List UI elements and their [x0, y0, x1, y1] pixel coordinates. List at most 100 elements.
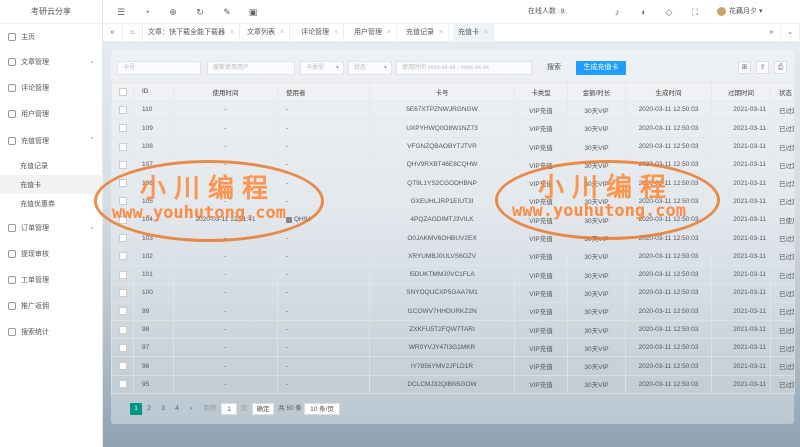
row-checkbox[interactable] [111, 228, 134, 248]
page-4-button[interactable]: 4 [172, 403, 182, 415]
time-range-input[interactable]: 使用时间 xxxx-xx-xx - xxxx-xx-xx [396, 61, 532, 75]
user-menu[interactable]: 花藕月夕 ▾ [717, 6, 762, 16]
column-header-used-time[interactable]: 使用时间 [173, 81, 278, 102]
columns-icon[interactable]: ⊞ [738, 61, 751, 74]
column-header-user[interactable]: 使用者 [277, 81, 370, 102]
export-icon[interactable]: ⇪ [756, 61, 769, 74]
column-header-expire-time[interactable]: 过期时间 [711, 81, 771, 102]
tabs-scroll-left-icon[interactable]: « [103, 24, 123, 42]
cell-id: 110 [133, 100, 174, 120]
watermark-left-title: 小川编程 [140, 174, 277, 204]
table-row[interactable]: 103- - O0JAKMV6OHBUV2EX VIP充值 30天VIP 2020-03-… [111, 228, 795, 248]
tabs-menu-icon[interactable]: ⌄ [781, 24, 800, 42]
row-checkbox[interactable] [111, 155, 134, 175]
table-row[interactable]: 110- -5E67XTPZNWJRGNGW VIP充值 30天VIP 2020-03-… [111, 100, 795, 120]
table-row[interactable]: 97- - WR0YVJY47I3G1MKR VIP充值 30天VIP 2020-03-1… [111, 338, 795, 358]
menu-toggle-icon[interactable]: ☰ [115, 6, 127, 18]
table-row[interactable]: 100- - SNYOQUCXP5GAA7M1 VIP充值 30天VIP 2020-03-… [111, 283, 795, 303]
sidebar-item-comments[interactable]: 评论管理 [0, 77, 103, 99]
row-checkbox[interactable] [111, 319, 134, 340]
refresh-icon[interactable]: ↻ [194, 6, 206, 18]
status-select[interactable]: 状态 [348, 61, 392, 75]
page-2-button[interactable]: 2 [144, 403, 154, 415]
table-row[interactable]: 98- - ZXKFU5T2FQW7TARI VIP充值 30天VIP 2020-03-1… [111, 319, 795, 340]
globe-icon[interactable]: ⊕ [167, 6, 179, 18]
cell-user: - [277, 228, 370, 248]
row-checkbox[interactable] [111, 356, 134, 376]
tab-comments[interactable]: 评论管理 × [296, 24, 345, 42]
per-page-select[interactable]: 10 条/页 [304, 403, 340, 415]
home-tab-icon[interactable]: ⌂ [123, 24, 143, 42]
table-row[interactable]: 102- - XRYUMBJ0ULVS6OZV VIP充值 30天VIP 2020-03-… [111, 246, 795, 266]
tab-recharge-cards[interactable]: 充值卡 × [453, 24, 495, 42]
theme-icon[interactable]: ◐ [638, 6, 650, 18]
row-checkbox[interactable] [111, 264, 134, 285]
print-icon[interactable]: ⎙ [774, 61, 787, 74]
tag-icon[interactable]: ◇ [663, 6, 675, 18]
close-icon[interactable]: × [230, 29, 234, 36]
close-icon[interactable]: × [484, 29, 488, 36]
tab-article-list[interactable]: 文章列表 × [242, 24, 291, 42]
cell-id: 97 [133, 338, 174, 358]
sidebar-subitem-recharge-records[interactable]: 充值记录 [0, 156, 103, 175]
card-number-input[interactable]: 卡号 [117, 61, 201, 75]
fullscreen-icon[interactable]: ⛶ [689, 6, 701, 18]
table-row[interactable]: 101- - I5DUKTMMJ0VC1FLA VIP充值 30天VIP 2020-03-… [111, 264, 795, 285]
close-icon[interactable]: × [334, 29, 338, 36]
search-button[interactable]: 搜索 [540, 61, 568, 75]
goto-confirm-button[interactable]: 确定 [252, 403, 274, 415]
close-icon[interactable]: × [439, 29, 443, 36]
sidebar-item-home[interactable]: 主页 [0, 26, 103, 48]
row-checkbox[interactable] [111, 246, 134, 266]
goto-page-input[interactable]: 1 [221, 403, 237, 415]
select-all-checkbox[interactable] [111, 81, 134, 102]
column-header-created-time[interactable]: 生成时间 [625, 81, 712, 102]
page-1-button[interactable]: 1 [130, 403, 142, 415]
table-row[interactable]: 108- - VFGNZQBAOBYTJTVR VIP充值 30天VIP 2020-03-… [111, 136, 795, 157]
card-type-select[interactable]: 卡类型 [300, 61, 344, 75]
table-row[interactable]: 95- - DCLCMJ32QIBN5GOW VIP充值 30天VIP 2020-03-1… [111, 374, 795, 395]
column-header-amount[interactable]: 金额/时长 [567, 81, 626, 102]
sidebar-item-users[interactable]: 用户管理 [0, 103, 103, 125]
row-checkbox[interactable] [111, 136, 134, 157]
online-users[interactable]: 在线人数 9 [528, 6, 568, 16]
column-header-status[interactable]: 状态 [770, 81, 795, 102]
close-icon[interactable]: × [280, 29, 284, 36]
row-checkbox[interactable] [111, 374, 134, 395]
bell-icon[interactable]: ♪ [611, 6, 623, 18]
table-row[interactable]: 99- - I1COWV7HHDURKZ2N VIP充值 30天VIP 2020-03-1… [111, 301, 795, 321]
dashboard-icon[interactable]: ◔ [141, 6, 153, 18]
tab-article-detail[interactable]: 文章：快下载全能下载器 × [143, 24, 241, 42]
sidebar-item-search-stats[interactable]: 搜索统计 [0, 321, 103, 343]
sidebar-item-withdraw[interactable]: 提现审核 [0, 243, 103, 265]
column-header-card-type[interactable]: 卡类型 [514, 81, 568, 102]
tab-users[interactable]: 用户管理 × [349, 24, 398, 42]
sidebar-item-affiliate[interactable]: 推广返佣 [0, 295, 103, 317]
row-checkbox[interactable] [111, 100, 134, 120]
generate-cards-button[interactable]: 生成充值卡 [576, 61, 626, 75]
sidebar-item-tickets[interactable]: 工单管理 [0, 269, 103, 291]
trash-icon[interactable]: ▣ [247, 6, 259, 18]
table-row[interactable]: 109- - UXPYHWQ0O8W1NZ73 VIP充值 30天VIP 2020-03-… [111, 118, 795, 138]
sidebar-subitem-coupons[interactable]: 充值优惠券 [0, 194, 103, 213]
row-checkbox[interactable] [111, 283, 134, 303]
column-header-id[interactable]: ID [133, 81, 174, 102]
sidebar-subitem-recharge-cards[interactable]: 充值卡 [0, 175, 103, 194]
sidebar-item-recharge[interactable]: 充值管理 ⌃ [0, 130, 103, 152]
row-checkbox[interactable] [111, 301, 134, 321]
column-header-card-number[interactable]: 卡号 [369, 81, 515, 102]
table-row[interactable]: 96- - IY7856YMV2JFLD1R VIP充值 30天VIP 2020-03-1… [111, 356, 795, 376]
next-page-icon[interactable]: › [186, 403, 196, 415]
tabs-scroll-right-icon[interactable]: » [763, 24, 781, 42]
page-3-button[interactable]: 3 [158, 403, 168, 415]
user-search-input[interactable]: 搜索使用用户 [207, 61, 295, 75]
sidebar-item-orders[interactable]: 订单管理 ⌄ [0, 217, 103, 239]
row-checkbox[interactable] [111, 173, 134, 193]
tab-recharge-records[interactable]: 充值记录 × [401, 24, 450, 42]
sidebar-item-articles[interactable]: 文章管理 ⌄ [0, 51, 103, 73]
close-icon[interactable]: × [387, 29, 391, 36]
row-checkbox[interactable] [111, 338, 134, 358]
edit-icon[interactable]: ✎ [221, 6, 233, 18]
row-checkbox[interactable] [111, 118, 134, 138]
tab-bar: « ⌂ 文章：快下载全能下载器 × 文章列表 × 评论管理 × 用户管理 × 充值记录 ×… [103, 24, 800, 42]
